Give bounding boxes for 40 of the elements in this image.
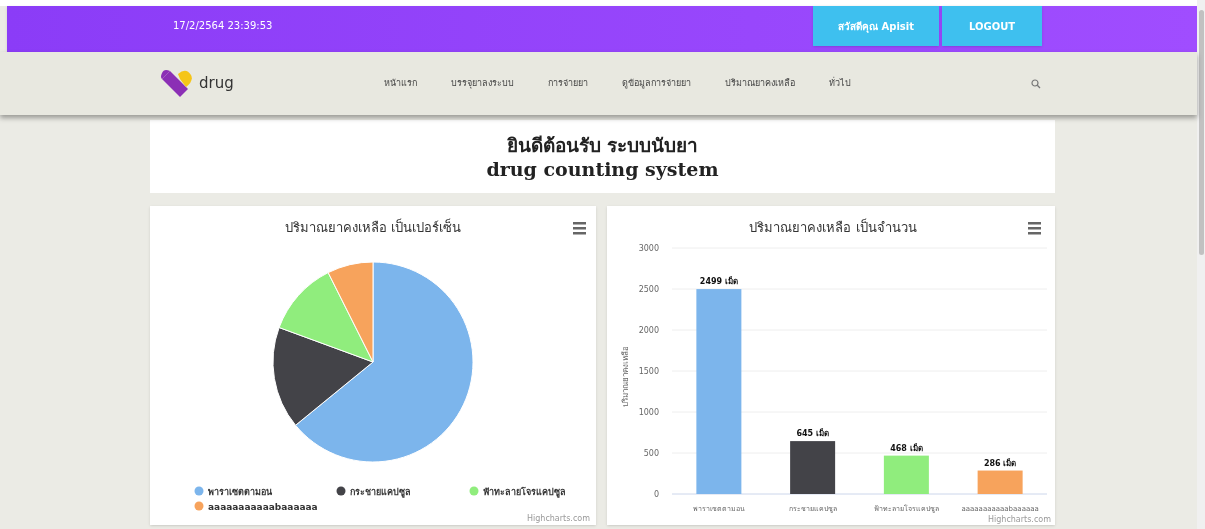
data-label: 2499 เม็ด	[699, 277, 738, 287]
nav-link[interactable]: ปริมาณยาคงเหลือ	[724, 76, 795, 91]
welcome-subtitle: drug counting system	[486, 156, 719, 181]
welcome-title: ยินดีต้อนรับ ระบบนับยา	[506, 132, 699, 157]
nav-link[interactable]: ดูข้อมูลการจ่ายยา	[621, 76, 691, 91]
logo-text[interactable]: drug	[199, 72, 234, 95]
bar	[977, 470, 1023, 494]
nav-link[interactable]: ทั่วไป	[828, 76, 851, 91]
legend-label[interactable]: ฟ้าทะลายโจรแคปซูล	[483, 486, 566, 497]
axis-tick-label: 0	[653, 490, 659, 499]
legend-label[interactable]: aaaaaaaaaaabaaaaaa	[208, 501, 318, 512]
legend-label[interactable]: กระชายแคปซูล	[350, 486, 411, 497]
search-icon[interactable]	[1031, 78, 1041, 89]
legend-dot	[194, 486, 204, 496]
menu-icon[interactable]	[573, 222, 586, 235]
chart-title: ปริมาณยาคงเหลือ เป็นเปอร์เซ็น	[284, 220, 462, 235]
legend-dot	[194, 501, 204, 511]
axis-tick-label: 500	[643, 449, 659, 458]
nav-link[interactable]: การจ่ายยา	[547, 76, 588, 91]
legend-label[interactable]: พาราเซตตามอน	[208, 486, 272, 497]
data-label: 286 เม็ด	[983, 458, 1017, 468]
axis-tick-label: 2500	[638, 285, 659, 294]
axis-tick-label: 1000	[638, 408, 659, 417]
axis-title: ปริมาณยาคงเหลือ	[621, 345, 630, 407]
legend-dot	[336, 486, 346, 496]
data-label: 645 เม็ด	[796, 429, 829, 439]
menu-icon[interactable]	[1028, 222, 1041, 235]
chart-title: ปริมาณยาคงเหลือ เป็นจำนวน	[749, 220, 917, 235]
axis-tick-label: 3000	[638, 244, 659, 253]
data-label: 468 เม็ด	[890, 443, 923, 453]
datetime: 17/2/2564 23:39:53	[173, 19, 273, 33]
heart-pill-logo-icon[interactable]	[160, 68, 194, 99]
nav-link[interactable]: บรรจุยาลงระบบ	[450, 76, 514, 91]
axis-tick-label: 2000	[638, 326, 659, 335]
bar	[790, 441, 836, 494]
axis-tick-label: 1500	[638, 367, 659, 376]
legend-dot	[469, 486, 479, 496]
bar	[883, 455, 929, 494]
scrollbar[interactable]	[1197, 0, 1205, 529]
nav-link[interactable]: หน้าแรก	[383, 76, 417, 91]
